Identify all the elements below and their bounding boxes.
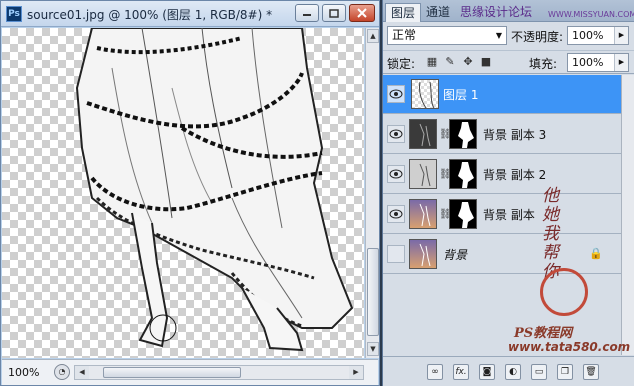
status-info-icon[interactable]: ◔ — [54, 364, 70, 380]
maximize-icon — [329, 8, 339, 18]
layers-scrollbar[interactable] — [621, 75, 634, 355]
sketch-image — [75, 28, 354, 352]
watermark-site-name: PS教程网 — [514, 326, 573, 341]
fill-label: 填充: — [529, 57, 558, 71]
panel-tabs: 图层 通道 思缘设计论坛 WWW.MISSYUAN.COM — [383, 0, 634, 22]
horizontal-scrollbar[interactable]: ◀ ▶ — [74, 365, 364, 380]
visibility-eye-icon[interactable] — [387, 125, 405, 143]
new-layer-icon[interactable]: ❐ — [557, 364, 573, 380]
layer-thumbnail — [409, 119, 437, 149]
layer-mask-thumbnail[interactable] — [449, 119, 477, 149]
lock-move-icon[interactable]: ✥ — [461, 55, 475, 69]
layer-name[interactable]: 图层 1 — [443, 86, 478, 103]
document-window: Ps source01.jpg @ 100% (图层 1, RGB/8#) * — [0, 0, 380, 386]
scroll-left-icon[interactable]: ◀ — [75, 366, 89, 379]
mask-icon[interactable]: ◙ — [479, 364, 495, 380]
opacity-chevron-icon[interactable]: ▶ — [614, 27, 628, 44]
lock-fill-row: 锁定: ▦ ✎ ✥ ■ 填充: 100% ▶ — [383, 50, 634, 74]
layers-panel: 图层 通道 思缘设计论坛 WWW.MISSYUAN.COM 正常 ▼ 不透明度:… — [382, 0, 634, 386]
chevron-down-icon: ▼ — [495, 31, 502, 40]
blend-opacity-row: 正常 ▼ 不透明度: 100% ▶ — [383, 24, 634, 48]
layer-name[interactable]: 背景 副本 2 — [483, 166, 546, 183]
lock-transparency-icon[interactable]: ▦ — [425, 55, 439, 69]
opacity-field[interactable]: 100% ▶ — [567, 26, 629, 45]
watermark-seal-icon — [540, 268, 588, 316]
layer-name[interactable]: 背景 副本 3 — [483, 126, 546, 143]
fill-value: 100% — [572, 56, 604, 69]
link-icon[interactable]: ∞ — [427, 364, 443, 380]
vertical-scroll-thumb[interactable] — [367, 248, 379, 336]
horizontal-scroll-thumb[interactable] — [103, 367, 241, 378]
layers-bottom-toolbar: ∞ fx. ◙ ◐ ▭ ❐ 🗑 — [383, 356, 634, 386]
tab-layers[interactable]: 图层 — [385, 3, 422, 22]
layer-row-layer1[interactable]: 图层 1 — [383, 75, 621, 114]
visibility-eye-icon[interactable] — [387, 85, 405, 103]
minimize-button[interactable] — [295, 4, 319, 22]
window-controls — [295, 4, 375, 22]
vertical-scrollbar[interactable]: ▲ ▼ — [365, 28, 379, 358]
fill-field[interactable]: 100% ▶ — [567, 53, 629, 72]
status-bar: 100% ◔ ◀ ▶ — [2, 359, 378, 385]
opacity-value: 100% — [572, 29, 604, 42]
close-button[interactable] — [349, 4, 375, 22]
fx-icon[interactable]: fx. — [453, 364, 469, 380]
close-icon — [357, 8, 367, 18]
image-canvas[interactable] — [2, 28, 364, 358]
layer-row-background[interactable]: 背景 🔒 — [383, 235, 621, 274]
tab-watermark-text: 思缘设计论坛 — [460, 5, 533, 19]
fill-chevron-icon[interactable]: ▶ — [614, 54, 628, 71]
layer-thumbnail — [409, 239, 437, 269]
layer-thumbnail — [411, 79, 439, 109]
blend-mode-value: 正常 — [392, 28, 417, 42]
layer-thumbnail — [409, 159, 437, 189]
layer-mask-thumbnail[interactable] — [449, 159, 477, 189]
lock-brush-icon[interactable]: ✎ — [443, 55, 457, 69]
scroll-up-icon[interactable]: ▲ — [367, 29, 379, 43]
maximize-button[interactable] — [322, 4, 346, 22]
visibility-eye-icon[interactable] — [387, 205, 405, 223]
opacity-label: 不透明度: — [511, 30, 564, 44]
mask-link-icon[interactable]: ⛓ — [439, 208, 452, 221]
lock-label: 锁定: — [387, 57, 416, 71]
layer-name[interactable]: 背景 副本 — [483, 206, 535, 223]
watermark-handwriting: 他她我帮你 — [538, 186, 558, 281]
document-titlebar[interactable]: Ps source01.jpg @ 100% (图层 1, RGB/8#) * — [1, 1, 379, 27]
mask-link-icon[interactable]: ⛓ — [439, 168, 452, 181]
document-title: source01.jpg @ 100% (图层 1, RGB/8#) * — [27, 8, 273, 22]
visibility-eye-icon[interactable] — [387, 165, 405, 183]
layer-name[interactable]: 背景 — [443, 246, 467, 263]
watermark-url: www.tata580.com — [508, 340, 631, 354]
tab-watermark-url: WWW.MISSYUAN.COM — [548, 10, 634, 19]
layer-mask-thumbnail[interactable] — [449, 199, 477, 229]
photoshop-workspace: Ps source01.jpg @ 100% (图层 1, RGB/8#) * — [0, 0, 634, 386]
layer-thumbnail — [409, 199, 437, 229]
layer-row-bg-copy3[interactable]: ⛓ 背景 副本 3 — [383, 115, 621, 154]
layer-list: 图层 1 ⛓ 背景 副本 3 ⛓ 背景 副本 2 ⛓ 背景 副本 背景 🔒 — [383, 75, 634, 355]
blend-mode-select[interactable]: 正常 ▼ — [387, 26, 507, 45]
lock-all-icon[interactable]: ■ — [479, 55, 493, 69]
group-icon[interactable]: ▭ — [531, 364, 547, 380]
mask-link-icon[interactable]: ⛓ — [439, 128, 452, 141]
minimize-icon — [303, 14, 311, 16]
lock-icon: 🔒 — [589, 247, 603, 260]
layer-row-bg-copy[interactable]: ⛓ 背景 副本 — [383, 195, 621, 234]
visibility-toggle-empty[interactable] — [387, 245, 405, 263]
photoshop-logo-icon: Ps — [6, 6, 22, 22]
tab-channels[interactable]: 通道 — [421, 3, 455, 22]
adjustment-icon[interactable]: ◐ — [505, 364, 521, 380]
trash-icon[interactable]: 🗑 — [583, 364, 599, 380]
scroll-right-icon[interactable]: ▶ — [349, 366, 363, 379]
zoom-level[interactable]: 100% — [8, 365, 50, 381]
layer-row-bg-copy2[interactable]: ⛓ 背景 副本 2 — [383, 155, 621, 194]
scroll-down-icon[interactable]: ▼ — [367, 342, 379, 356]
